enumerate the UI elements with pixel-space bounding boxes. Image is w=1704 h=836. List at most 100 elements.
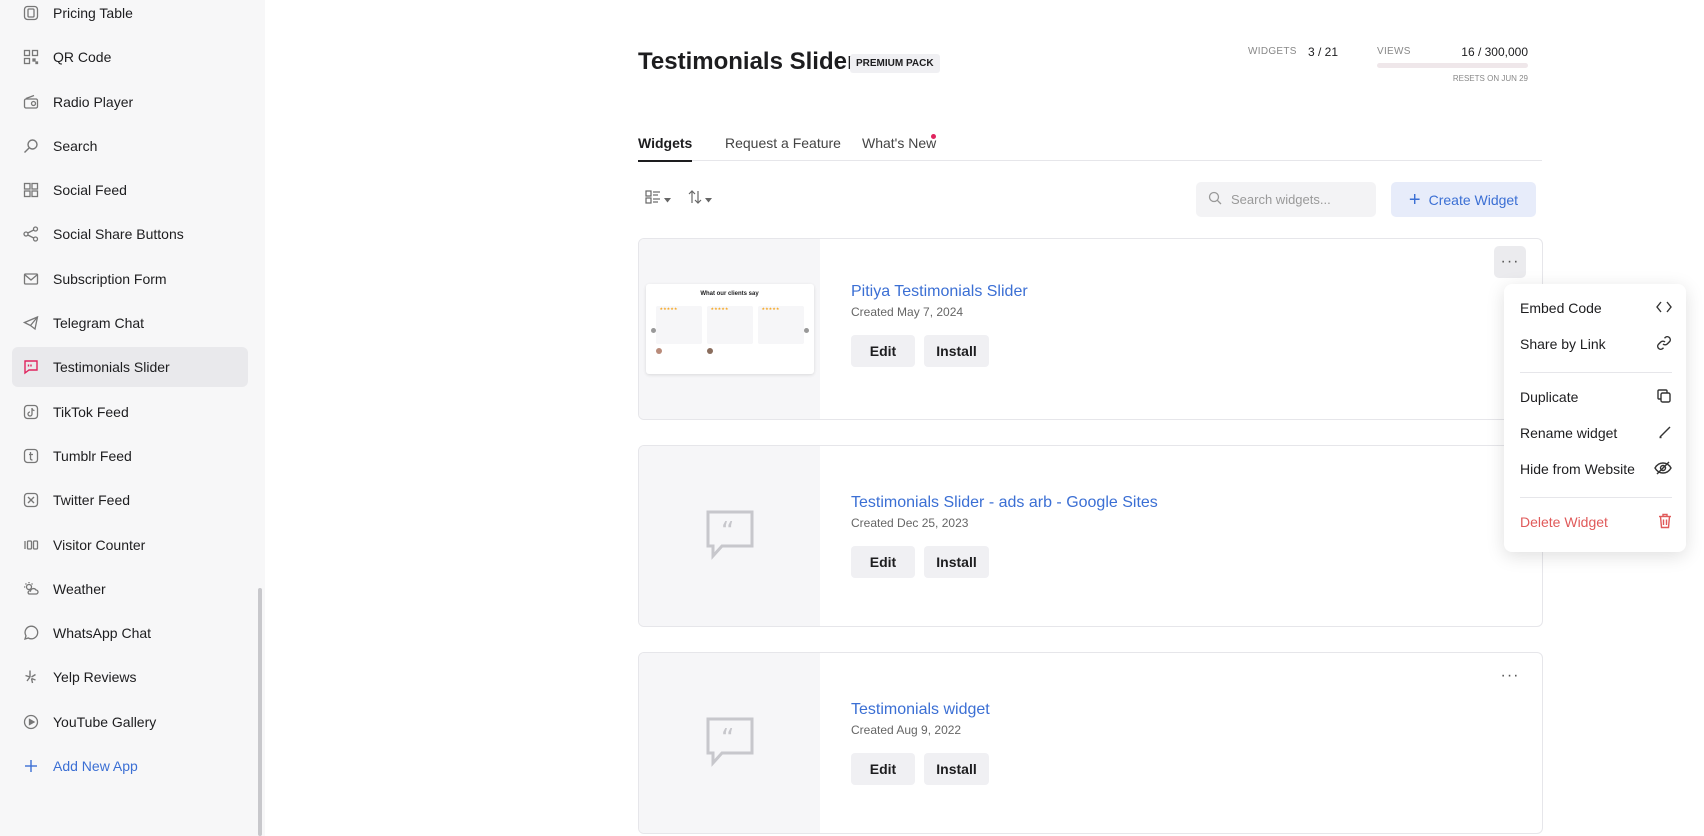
- sidebar-item-youtube-gallery[interactable]: YouTube Gallery: [12, 702, 248, 742]
- embed-code-menu-item[interactable]: Embed Code: [1520, 294, 1672, 322]
- sidebar-item-label: Search: [53, 137, 98, 154]
- code-icon: [1656, 300, 1672, 316]
- widget-name-link[interactable]: Testimonials widget: [851, 701, 990, 719]
- premium-badge: PREMIUM PACK: [850, 54, 940, 73]
- trash-icon: [1658, 513, 1672, 532]
- rename-menu-item[interactable]: Rename widget: [1520, 419, 1672, 447]
- widgets-stat-label: WIDGETS: [1248, 46, 1297, 57]
- hide-from-website-menu-item[interactable]: Hide from Website: [1520, 455, 1672, 483]
- social-feed-icon: [22, 182, 39, 199]
- search-placeholder: Search widgets...: [1231, 192, 1331, 207]
- sidebar-item-subscription-form[interactable]: Subscription Form: [12, 259, 248, 299]
- tab-whats-new[interactable]: What's New: [862, 135, 936, 151]
- sidebar-item-social-feed[interactable]: Social Feed: [12, 170, 248, 210]
- svg-text:“: “: [721, 724, 734, 754]
- twitter-icon: [22, 492, 39, 509]
- whatsapp-icon: [22, 625, 39, 642]
- ellipsis-icon: ···: [1500, 667, 1520, 684]
- tab-widgets[interactable]: Widgets: [638, 135, 693, 162]
- sidebar-item-twitter-feed[interactable]: Twitter Feed: [12, 480, 248, 520]
- menu-item-label: Hide from Website: [1520, 461, 1635, 477]
- install-button[interactable]: Install: [924, 753, 989, 785]
- widget-name-link[interactable]: Testimonials Slider - ads arb - Google S…: [851, 494, 1158, 512]
- main-content: Testimonials Slider PREMIUM PACK WIDGETS…: [265, 0, 1704, 836]
- tab-request-feature[interactable]: Request a Feature: [725, 135, 841, 151]
- sidebar-scrollbar[interactable]: [258, 588, 262, 836]
- sidebar-item-social-share-buttons[interactable]: Social Share Buttons: [12, 214, 248, 254]
- add-new-app-button[interactable]: Add New App: [12, 746, 248, 786]
- menu-item-label: Embed Code: [1520, 300, 1602, 316]
- sidebar-item-label: Telegram Chat: [53, 315, 145, 332]
- sidebar-item-telegram-chat[interactable]: Telegram Chat: [12, 303, 248, 343]
- views-progress-bar: [1377, 63, 1528, 68]
- sidebar-item-whatsapp-chat[interactable]: WhatsApp Chat: [12, 613, 248, 653]
- more-options-button[interactable]: ···: [1494, 660, 1526, 692]
- widget-context-menu: Embed Code Share by Link Duplicate Renam…: [1504, 284, 1686, 552]
- weather-icon: [22, 580, 39, 597]
- sidebar-item-label: YouTube Gallery: [53, 713, 157, 730]
- sidebar: Pricing Table QR Code Radio Player Searc…: [0, 0, 265, 836]
- menu-item-label: Share by Link: [1520, 336, 1606, 352]
- yelp-icon: [22, 669, 39, 686]
- sidebar-item-visitor-counter[interactable]: Visitor Counter: [12, 525, 248, 565]
- sidebar-item-qr-code[interactable]: QR Code: [12, 37, 248, 77]
- notification-dot: [931, 134, 936, 139]
- sidebar-item-testimonials-slider[interactable]: Testimonials Slider: [12, 347, 248, 388]
- more-options-button[interactable]: ···: [1494, 246, 1526, 278]
- create-widget-button[interactable]: + Create Widget: [1391, 182, 1536, 217]
- radio-icon: [22, 93, 39, 110]
- views-reset-date: RESETS ON JUN 29: [1452, 74, 1528, 83]
- duplicate-menu-item[interactable]: Duplicate: [1520, 383, 1672, 411]
- eye-off-icon: [1654, 460, 1672, 479]
- sidebar-item-label: WhatsApp Chat: [53, 625, 152, 642]
- widget-preview-image: What our clients say ★★★★★ ★★★★★ ★★★★★: [645, 284, 814, 374]
- sidebar-item-yelp-reviews[interactable]: Yelp Reviews: [12, 657, 248, 697]
- sidebar-item-search[interactable]: Search: [12, 126, 248, 166]
- edit-button[interactable]: Edit: [851, 546, 915, 578]
- pencil-icon: [1658, 425, 1672, 442]
- install-button[interactable]: Install: [924, 546, 989, 578]
- plus-icon: +: [1408, 188, 1421, 211]
- chevron-down-icon: [705, 192, 712, 206]
- search-input[interactable]: Search widgets...: [1196, 182, 1376, 217]
- widget-created-date: Created May 7, 2024: [851, 305, 964, 319]
- search-icon: [1208, 191, 1222, 208]
- menu-divider: [1520, 372, 1672, 373]
- menu-divider: [1520, 497, 1672, 498]
- edit-button[interactable]: Edit: [851, 753, 915, 785]
- svg-text:“: “: [721, 517, 734, 547]
- widgets-stat-value: 3 / 21: [1308, 45, 1339, 59]
- sort-button[interactable]: [688, 190, 712, 207]
- sidebar-item-label: Radio Player: [53, 93, 134, 110]
- sidebar-item-label: QR Code: [53, 49, 112, 66]
- counter-icon: [22, 536, 39, 553]
- sidebar-item-label: Twitter Feed: [53, 492, 131, 509]
- duplicate-icon: [1656, 388, 1672, 407]
- ellipsis-icon: ···: [1500, 253, 1520, 270]
- quote-placeholder-icon: “: [704, 715, 756, 772]
- widget-name-link[interactable]: Pitiya Testimonials Slider: [851, 283, 1028, 301]
- plus-icon: [22, 758, 39, 775]
- chevron-down-icon: [664, 192, 671, 206]
- widget-created-date: Created Dec 25, 2023: [851, 516, 969, 530]
- sidebar-item-pricing-table[interactable]: Pricing Table: [12, 0, 248, 33]
- sidebar-item-tumblr-feed[interactable]: Tumblr Feed: [12, 436, 248, 476]
- mail-icon: [22, 270, 39, 287]
- views-stat-label: VIEWS: [1377, 46, 1411, 57]
- widget-thumbnail: “: [639, 653, 820, 833]
- create-widget-label: Create Widget: [1428, 191, 1519, 208]
- view-toggle-button[interactable]: [645, 190, 671, 207]
- tab-bar: Widgets Request a Feature What's New: [638, 118, 1542, 162]
- add-new-app-label: Add New App: [53, 758, 138, 775]
- sidebar-item-weather[interactable]: Weather: [12, 569, 248, 609]
- sidebar-item-radio-player[interactable]: Radio Player: [12, 82, 248, 122]
- sort-icon: [688, 190, 702, 207]
- edit-button[interactable]: Edit: [851, 335, 915, 367]
- sidebar-item-label: Yelp Reviews: [53, 669, 137, 686]
- share-icon: [22, 226, 39, 243]
- pricing-table-icon: [22, 5, 39, 22]
- sidebar-item-tiktok-feed[interactable]: TikTok Feed: [12, 392, 248, 432]
- install-button[interactable]: Install: [924, 335, 989, 367]
- delete-widget-menu-item[interactable]: Delete Widget: [1520, 508, 1672, 536]
- share-link-menu-item[interactable]: Share by Link: [1520, 330, 1672, 358]
